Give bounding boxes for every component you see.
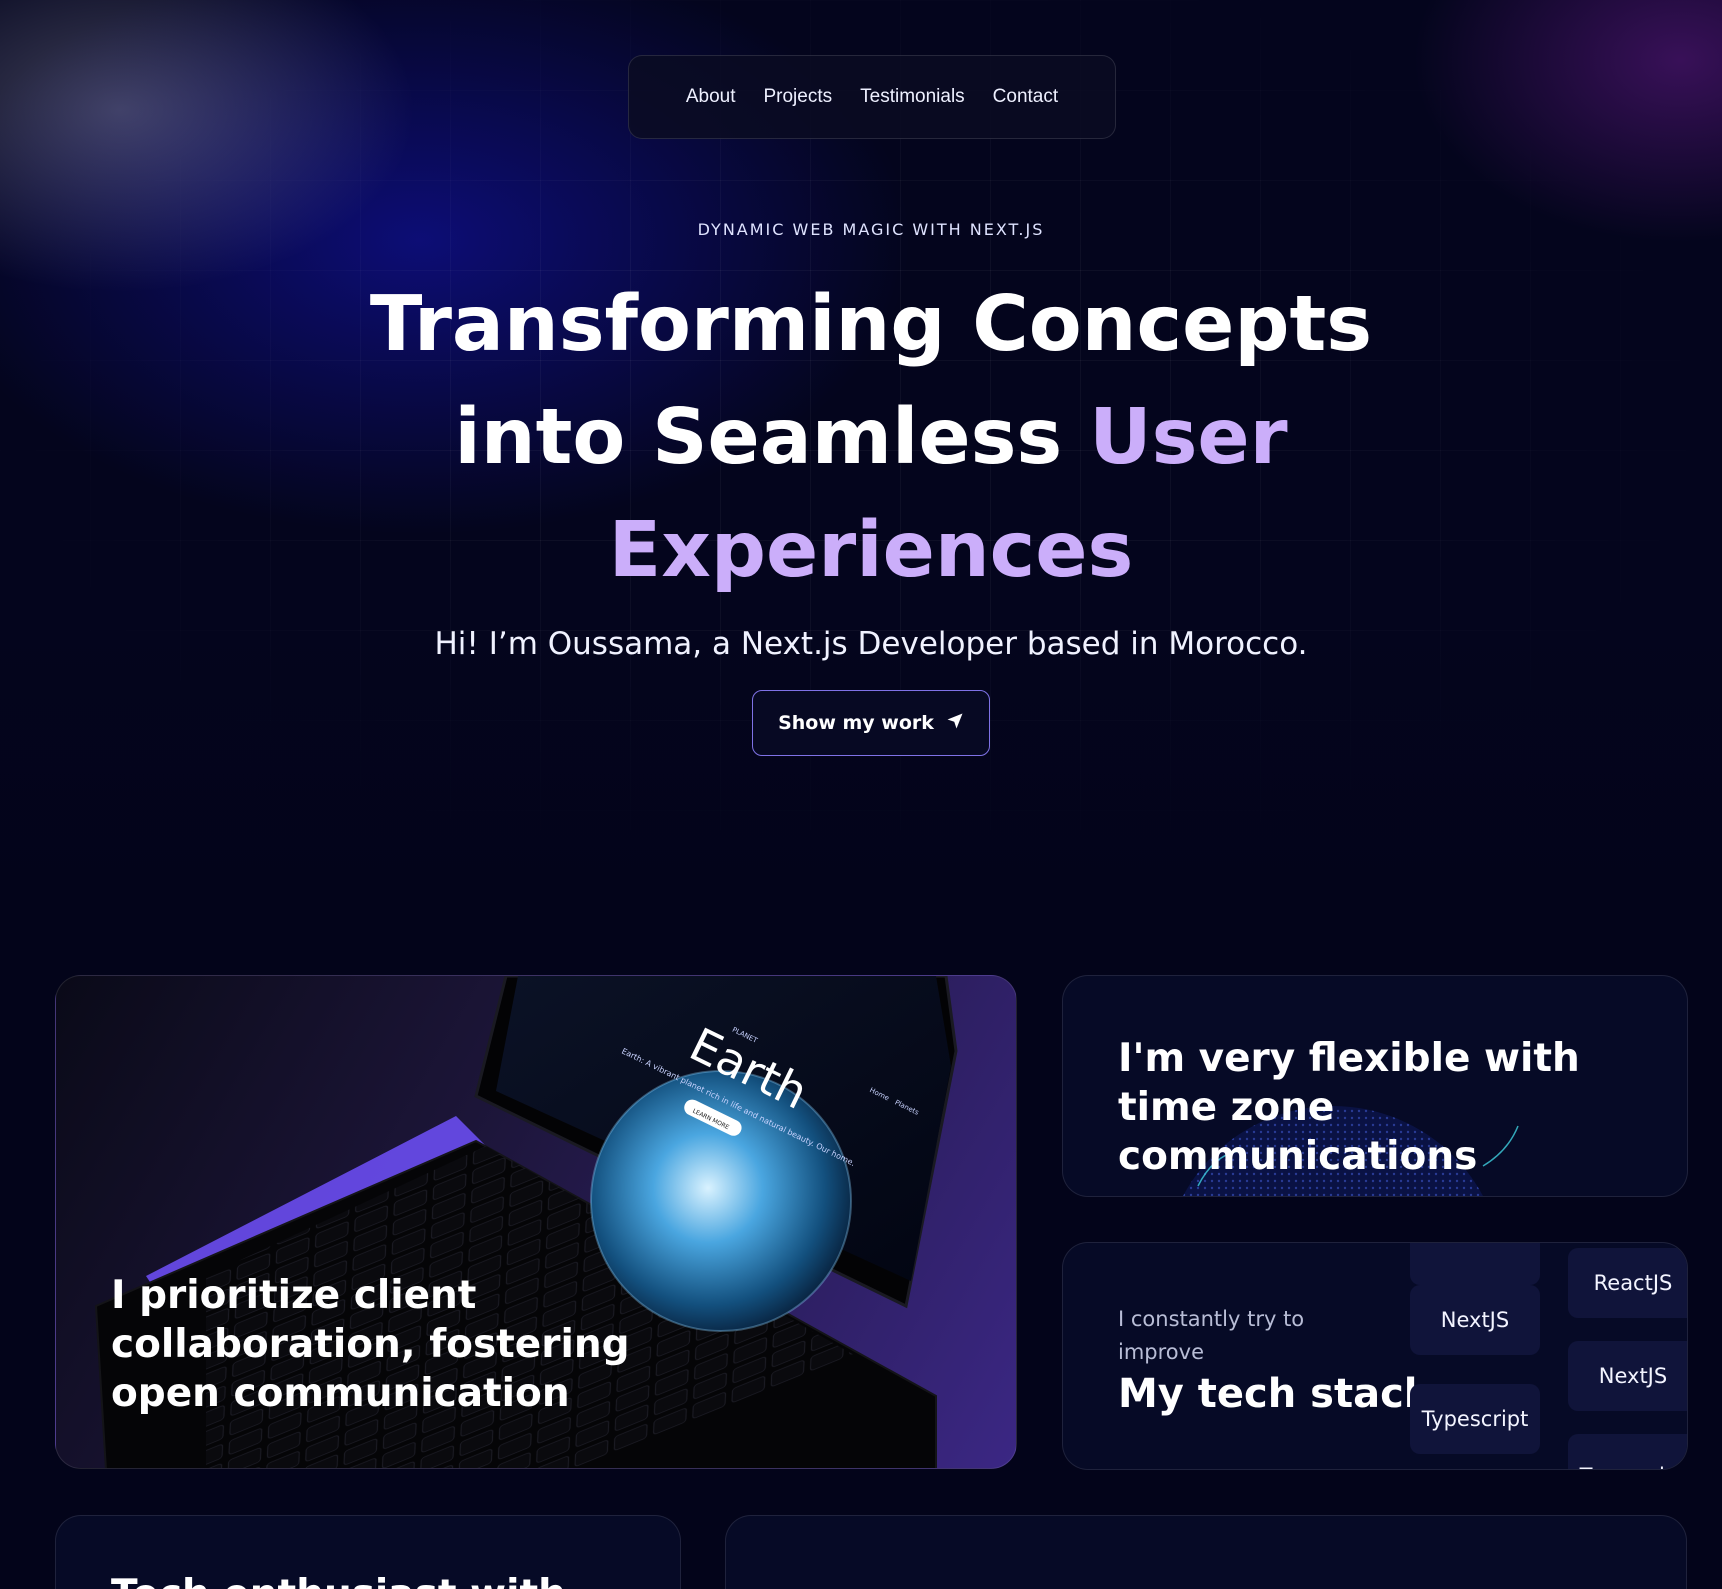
tech-enthusiast-title: Tech enthusiast with [111,1572,566,1589]
tech-chip-reactjs: ReactJS [1568,1248,1687,1318]
floating-nav: About Projects Testimonials Contact [628,55,1116,139]
tech-stack-card: I constantly try to improve My tech stac… [1062,1242,1688,1470]
nav-contact[interactable]: Contact [993,86,1058,108]
tech-chip-faded [1410,1243,1540,1285]
show-work-button[interactable]: Show my work [752,690,990,756]
nav-projects[interactable]: Projects [763,86,832,108]
tech-chip-typescript: Typescript [1410,1384,1540,1454]
tech-chip-typescript-2: Typescript [1568,1434,1687,1469]
portfolio-page: About Projects Testimonials Contact DYNA… [0,0,1722,1589]
bottom-wide-card [725,1515,1687,1589]
timezone-card: I'm very flexible with time zone communi… [1062,975,1688,1197]
hero-headline: Transforming Concepts into Seamless User… [361,268,1381,607]
collaboration-title: I prioritize client collaboration, foste… [111,1273,630,1416]
hero-intro: Hi! I’m Oussama, a Next.js Developer bas… [434,626,1308,662]
tech-chip-nextjs: NextJS [1410,1285,1540,1355]
collaboration-card: PLANET Earth Earth: A vibrant planet ric… [55,975,1017,1469]
navigation-arrow-icon [946,712,964,735]
tech-stack-title: My tech stack [1118,1371,1431,1417]
show-work-label: Show my work [778,712,934,734]
hero-fade [0,620,1722,920]
tech-stack-subtitle: I constantly try to improve [1118,1307,1305,1364]
nav-about[interactable]: About [686,86,736,108]
tech-enthusiast-card: Tech enthusiast with [55,1515,681,1589]
timezone-title: I'm very flexible with time zone communi… [1118,1036,1580,1179]
hero-kicker: DYNAMIC WEB MAGIC WITH NEXT.JS [697,220,1045,239]
tech-chip-nextjs-2: NextJS [1568,1341,1687,1411]
nav-testimonials[interactable]: Testimonials [860,86,965,108]
